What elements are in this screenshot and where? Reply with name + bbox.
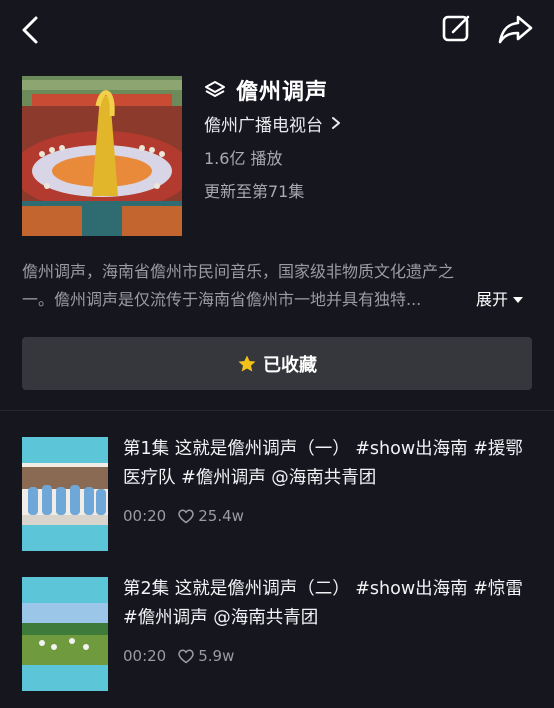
chevron-left-icon xyxy=(22,16,38,44)
collection-title: 儋州调声 xyxy=(236,80,329,105)
description-line-1: 儋州调声，海南省儋州市民间音乐，国家级非物质文化遗产之 xyxy=(22,262,455,281)
episode-meta: 00:20 5.9w xyxy=(123,647,234,665)
star-icon xyxy=(238,355,256,371)
episode-likes-count: 25.4w xyxy=(198,507,244,525)
play-count: 1.6亿 播放 xyxy=(204,149,283,168)
episode-meta: 00:20 25.4w xyxy=(123,507,244,525)
chevron-right-icon xyxy=(332,117,340,129)
edit-button[interactable] xyxy=(440,12,474,46)
episode-likes: 5.9w xyxy=(178,647,234,665)
edit-icon xyxy=(442,15,470,42)
heart-icon xyxy=(178,649,194,663)
episode-duration: 00:20 xyxy=(123,507,167,525)
expand-label: 展开 xyxy=(476,290,509,309)
description-line-2: 一。儋州调声是仅流传于海南省儋州市一地并具有独特... xyxy=(22,290,422,309)
episode-likes-count: 5.9w xyxy=(198,647,235,665)
collected-button[interactable]: 已收藏 xyxy=(22,337,532,390)
share-button[interactable] xyxy=(496,12,536,46)
section-divider xyxy=(0,410,554,411)
heart-icon xyxy=(178,509,194,523)
episode-thumbnail-illustration xyxy=(22,437,108,551)
episode-title: 第2集 这就是儋州调声（二） #show出海南 #惊雷 #儋州调声 @海南共青团 xyxy=(123,579,523,628)
caret-down-icon xyxy=(513,297,524,303)
episode-item[interactable]: 第2集 这就是儋州调声（二） #show出海南 #惊雷 #儋州调声 @海南共青团… xyxy=(22,577,534,691)
episode-likes: 25.4w xyxy=(178,507,244,525)
collection-cover-image[interactable] xyxy=(22,76,182,236)
episode-thumbnail xyxy=(22,437,108,551)
episode-title: 第1集 这就是儋州调声（一） #show出海南 #援鄂医疗队 #儋州调声 @海南… xyxy=(123,439,523,488)
episode-item[interactable]: 第1集 这就是儋州调声（一） #show出海南 #援鄂医疗队 #儋州调声 @海南… xyxy=(22,437,534,551)
top-bar xyxy=(0,0,554,62)
share-icon xyxy=(498,15,533,44)
cover-illustration xyxy=(22,76,182,236)
update-status: 更新至第71集 xyxy=(204,182,305,201)
layers-icon xyxy=(205,81,225,97)
channel-link[interactable]: 儋州广播电视台 xyxy=(204,110,343,136)
episode-thumbnail xyxy=(22,577,108,691)
collection-title-row: 儋州调声 xyxy=(204,74,328,106)
description-line-2-row: 一。儋州调声是仅流传于海南省儋州市一地并具有独特... 展开 xyxy=(22,286,534,314)
episode-thumbnail-illustration xyxy=(22,577,108,691)
episode-duration: 00:20 xyxy=(123,647,167,665)
collection-description: 儋州调声，海南省儋州市民间音乐，国家级非物质文化遗产之 一。儋州调声是仅流传于海… xyxy=(22,258,534,314)
channel-name: 儋州广播电视台 xyxy=(204,115,323,136)
back-button[interactable] xyxy=(16,12,48,48)
collected-label: 已收藏 xyxy=(263,354,317,376)
expand-button[interactable]: 展开 xyxy=(476,286,524,314)
